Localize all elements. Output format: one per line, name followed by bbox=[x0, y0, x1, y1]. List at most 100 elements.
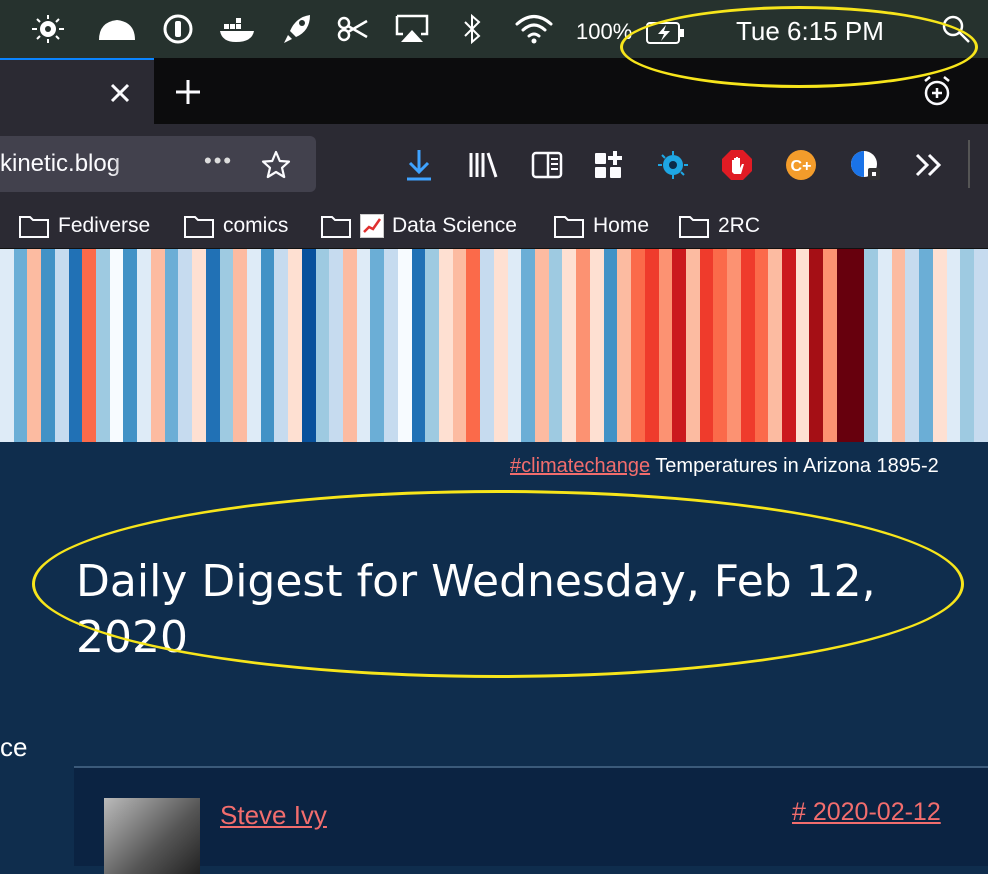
chart-increasing-icon bbox=[360, 214, 384, 238]
bookmark-label: 2RC bbox=[718, 214, 761, 237]
stripe bbox=[768, 249, 782, 442]
docker-icon[interactable] bbox=[218, 14, 258, 44]
stripe bbox=[974, 249, 988, 442]
stripe bbox=[109, 249, 124, 442]
folder-icon bbox=[554, 216, 584, 238]
avatar[interactable] bbox=[104, 798, 200, 874]
stripe bbox=[274, 249, 289, 442]
stripe bbox=[754, 249, 769, 442]
adblock-icon[interactable] bbox=[720, 148, 754, 182]
bookmark-home[interactable]: Home bbox=[553, 210, 649, 242]
page-title: Daily Digest for Wednesday, Feb 12, 2020 bbox=[76, 556, 876, 663]
menu-clock[interactable]: Tue 6:15 PM bbox=[736, 16, 884, 47]
scissors-icon[interactable] bbox=[336, 14, 370, 44]
stripe bbox=[781, 249, 796, 442]
coupon-icon[interactable]: C+ bbox=[784, 148, 818, 182]
stripe bbox=[823, 249, 837, 442]
folder-icon bbox=[321, 216, 351, 238]
url-bar[interactable]: kinetic.blog ••• bbox=[0, 136, 316, 192]
stripe bbox=[617, 249, 632, 442]
stripe bbox=[41, 249, 55, 442]
stripe bbox=[439, 249, 453, 442]
bookmark-2rc[interactable]: 2RC bbox=[678, 210, 760, 242]
airplay-icon[interactable] bbox=[392, 14, 432, 44]
climatechange-hashtag-link[interactable]: #climatechange bbox=[510, 455, 650, 477]
stripe bbox=[864, 249, 878, 442]
stripe bbox=[370, 249, 385, 442]
stripe bbox=[425, 249, 439, 442]
stripe bbox=[356, 249, 371, 442]
new-tab-icon[interactable] bbox=[172, 76, 204, 108]
stripe bbox=[493, 249, 508, 442]
stripe bbox=[54, 249, 69, 442]
sidebar-text-fragment: ce bbox=[0, 732, 28, 762]
wifi-icon[interactable] bbox=[512, 14, 556, 44]
stripe bbox=[960, 249, 975, 442]
battery-percentage[interactable]: 100% bbox=[576, 19, 632, 45]
eye-extension-icon[interactable] bbox=[656, 148, 690, 182]
bookmarks-toolbar: Fediverse comics Data Science Home 2RC bbox=[0, 204, 988, 249]
stripe bbox=[946, 249, 961, 442]
browser-tab-bar bbox=[0, 58, 988, 124]
stripe bbox=[123, 249, 138, 442]
browser-toolbar: kinetic.blog ••• C+ bbox=[0, 124, 988, 204]
stripe bbox=[205, 249, 220, 442]
bookmark-comics[interactable]: comics bbox=[183, 210, 288, 242]
stripe bbox=[150, 249, 165, 442]
stripe bbox=[644, 249, 659, 442]
stripe bbox=[603, 249, 618, 442]
folder-icon bbox=[679, 216, 709, 238]
overflow-chevron-icon[interactable] bbox=[912, 148, 946, 182]
page-actions-button[interactable]: ••• bbox=[204, 148, 233, 174]
spotlight-search-icon[interactable] bbox=[940, 14, 972, 44]
extensions-grid-icon[interactable] bbox=[592, 148, 626, 182]
stripe bbox=[562, 249, 577, 442]
stripe bbox=[246, 249, 261, 442]
svg-text:C+: C+ bbox=[791, 158, 812, 175]
bookmark-fediverse[interactable]: Fediverse bbox=[18, 210, 150, 242]
close-tab-icon[interactable] bbox=[105, 78, 135, 108]
battery-charging-icon[interactable] bbox=[646, 22, 686, 44]
alarm-add-icon[interactable] bbox=[920, 74, 954, 108]
stripe bbox=[342, 249, 357, 442]
bookmark-label: comics bbox=[223, 214, 289, 237]
folder-icon bbox=[184, 216, 214, 238]
bookmark-data-science[interactable]: Data Science bbox=[320, 210, 517, 242]
author-link[interactable]: Steve Ivy bbox=[220, 800, 327, 831]
library-icon[interactable] bbox=[466, 148, 500, 182]
stripe bbox=[589, 249, 604, 442]
stripe bbox=[672, 249, 686, 442]
caption-text: Temperatures in Arizona 1895-2 bbox=[650, 455, 939, 477]
stripe bbox=[315, 249, 330, 442]
climate-stripes-banner bbox=[0, 249, 988, 442]
stripe bbox=[850, 249, 865, 442]
privacy-badger-icon[interactable] bbox=[848, 148, 882, 182]
stripe bbox=[919, 249, 933, 442]
rocket-icon[interactable] bbox=[278, 14, 316, 44]
stripe bbox=[411, 249, 426, 442]
onepassword-icon[interactable] bbox=[160, 14, 196, 44]
cloud-icon[interactable] bbox=[94, 14, 140, 44]
eye-icon[interactable] bbox=[28, 14, 68, 44]
stripe bbox=[384, 249, 398, 442]
active-tab[interactable] bbox=[0, 58, 154, 124]
stripe bbox=[507, 249, 522, 442]
reader-view-icon[interactable] bbox=[530, 148, 564, 182]
stripe bbox=[164, 249, 179, 442]
stripe bbox=[631, 249, 645, 442]
bookmark-label: Home bbox=[593, 214, 650, 237]
stripe bbox=[288, 249, 302, 442]
stripe bbox=[329, 249, 343, 442]
stripe bbox=[219, 249, 234, 442]
stripe bbox=[137, 249, 151, 442]
stripe bbox=[0, 249, 14, 442]
bluetooth-icon[interactable] bbox=[458, 14, 486, 44]
stripe bbox=[13, 249, 28, 442]
stripe bbox=[301, 249, 316, 442]
stripe bbox=[576, 249, 590, 442]
folder-icon bbox=[19, 216, 49, 238]
bookmark-star-icon[interactable] bbox=[260, 149, 292, 181]
stripe bbox=[452, 249, 467, 442]
post-permalink[interactable]: # 2020-02-12 bbox=[792, 798, 941, 827]
download-icon[interactable] bbox=[402, 148, 436, 182]
